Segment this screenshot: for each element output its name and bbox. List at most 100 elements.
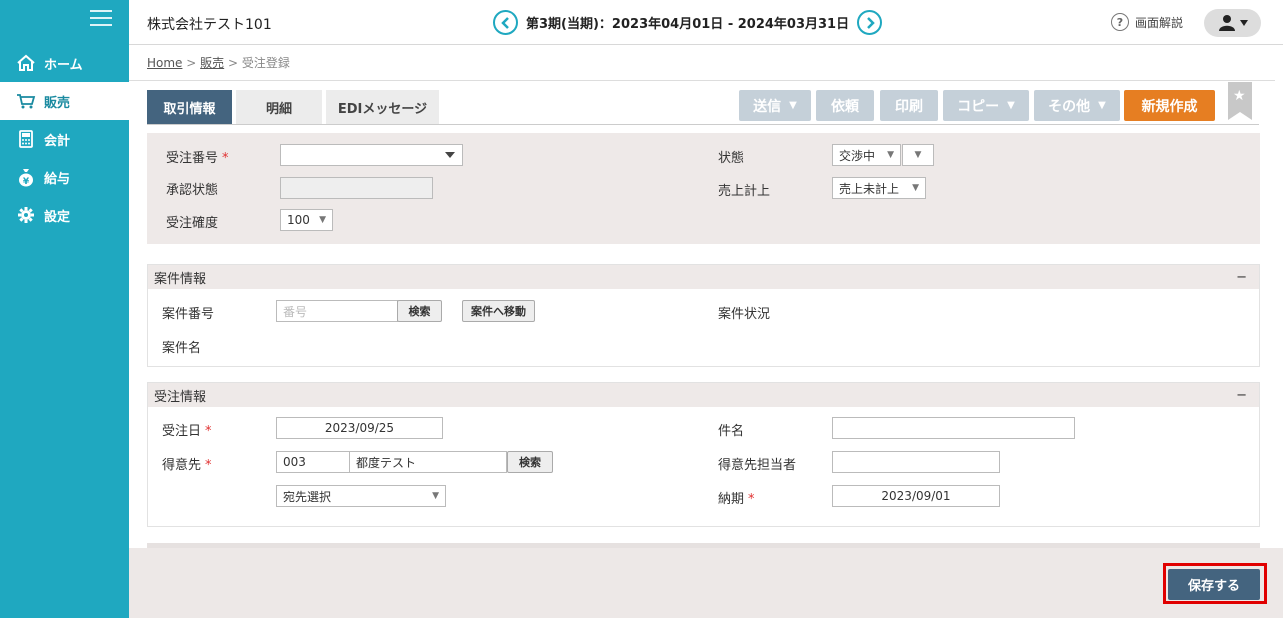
required-mark: * xyxy=(748,492,755,507)
user-icon xyxy=(1218,15,1248,31)
footer-bar xyxy=(129,548,1283,618)
next-period-button[interactable] xyxy=(857,10,883,35)
company-name: 株式会社テスト101 xyxy=(147,17,272,33)
breadcrumb-home-link[interactable]: Home xyxy=(147,56,182,70)
period-selector: 第3期(当期)：2023年04月01日 - 2024年03月31日 xyxy=(493,10,883,35)
save-button[interactable]: 保存する xyxy=(1168,569,1260,600)
status-sub-select[interactable]: ▼ xyxy=(902,144,934,166)
order-date-label-text: 受注日 xyxy=(162,424,202,439)
sales-recording-select[interactable]: 売上未計上 ▼ xyxy=(832,177,926,199)
sidebar-item-label: 販売 xyxy=(44,95,71,111)
chevron-right-icon xyxy=(866,16,875,29)
sales-recording-value: 売上未計上 xyxy=(839,181,900,196)
tab-edi-message[interactable]: EDIメッセージ xyxy=(326,90,439,124)
approval-status-field xyxy=(280,177,433,199)
collapse-button[interactable]: − xyxy=(1230,270,1253,285)
cart-icon xyxy=(16,91,36,111)
breadcrumb-sales-link[interactable]: 販売 xyxy=(200,56,224,70)
required-mark: * xyxy=(205,424,212,439)
other-button[interactable]: その他 ▼ xyxy=(1034,90,1120,121)
sidebar-item-label: 給与 xyxy=(44,171,71,187)
fiscal-period: 第3期(当期)：2023年04月01日 - 2024年03月31日 xyxy=(526,17,850,32)
help-link[interactable]: ? 画面解説 xyxy=(1111,13,1183,31)
svg-text:¥: ¥ xyxy=(23,177,30,187)
caret-down-icon: ▼ xyxy=(1098,100,1106,111)
collapse-button[interactable]: − xyxy=(1230,388,1253,403)
customer-name-input[interactable]: 都度テスト xyxy=(349,451,507,473)
print-button[interactable]: 印刷 xyxy=(880,90,938,121)
delivery-date-input[interactable]: 2023/09/01 xyxy=(832,485,1000,507)
customer-search-button[interactable]: 検索 xyxy=(507,451,553,473)
address-select[interactable]: 宛先選択 ▼ xyxy=(276,485,446,507)
scrollbar[interactable] xyxy=(1275,45,1283,548)
chevron-left-icon xyxy=(500,16,509,29)
gear-icon xyxy=(16,205,36,225)
divider xyxy=(129,80,1283,81)
breadcrumb-current: 受注登録 xyxy=(241,56,290,70)
previous-period-button[interactable] xyxy=(493,10,518,35)
caret-down-icon: ▼ xyxy=(1007,100,1015,111)
request-button[interactable]: 依頼 xyxy=(816,90,874,121)
breadcrumb-separator: > xyxy=(228,56,239,70)
order-number-label: 受注番号 * xyxy=(166,147,229,166)
sidebar: ホーム 販売 会計 ¥ 給与 設定 xyxy=(0,0,129,618)
sidebar-item-home[interactable]: ホーム xyxy=(0,44,129,82)
chevron-down-icon: ▼ xyxy=(914,150,922,160)
project-status-label: 案件状況 xyxy=(718,307,771,322)
section-title: 案件情報 xyxy=(154,271,207,287)
tabs-divider xyxy=(147,124,1259,125)
send-button-label: 送信 xyxy=(753,98,782,115)
approval-status-label: 承認状態 xyxy=(166,183,219,198)
tab-transaction-info[interactable]: 取引情報 xyxy=(147,90,232,124)
user-menu-button[interactable] xyxy=(1204,9,1261,37)
project-number-input[interactable]: 番号 xyxy=(276,300,398,322)
breadcrumb-separator: > xyxy=(186,56,197,70)
sidebar-item-settings[interactable]: 設定 xyxy=(0,196,129,234)
sidebar-item-label: ホーム xyxy=(44,57,83,73)
customer-label: 得意先 * xyxy=(162,454,212,473)
star-icon: ★ xyxy=(1233,88,1246,104)
send-button[interactable]: 送信 ▼ xyxy=(739,90,811,121)
dropdown-arrow-icon xyxy=(444,148,456,162)
question-icon: ? xyxy=(1111,13,1129,31)
sidebar-item-accounting[interactable]: 会計 xyxy=(0,120,129,158)
project-search-button[interactable]: 検索 xyxy=(397,300,442,322)
order-accuracy-select[interactable]: 100 ▼ xyxy=(280,209,333,231)
copy-button[interactable]: コピー ▼ xyxy=(943,90,1029,121)
order-date-input[interactable]: 2023/09/25 xyxy=(276,417,443,439)
project-number-placeholder: 番号 xyxy=(283,304,308,319)
order-number-select[interactable] xyxy=(280,144,463,166)
bookmark-button[interactable]: ★ xyxy=(1228,82,1252,120)
customer-code-input[interactable]: 003 xyxy=(276,451,350,473)
subject-label: 件名 xyxy=(718,424,745,439)
chevron-down-icon: ▼ xyxy=(912,183,919,193)
customer-contact-input[interactable] xyxy=(832,451,1000,473)
order-info-header: 受注情報 − xyxy=(148,383,1259,407)
sidebar-item-payroll[interactable]: ¥ 給与 xyxy=(0,158,129,196)
money-bag-icon: ¥ xyxy=(16,167,36,187)
chevron-down-icon: ▼ xyxy=(432,491,439,501)
sales-recording-label: 売上計上 xyxy=(718,184,771,199)
sidebar-item-label: 設定 xyxy=(44,209,71,225)
copy-button-label: コピー xyxy=(957,98,1000,115)
go-to-project-button[interactable]: 案件へ移動 xyxy=(462,300,535,322)
order-accuracy-label: 受注確度 xyxy=(166,216,219,231)
status-select[interactable]: 交渉中 ▼ xyxy=(832,144,901,166)
sidebar-item-label: 会計 xyxy=(44,133,71,149)
breadcrumb: Home > 販売 > 受注登録 xyxy=(147,54,290,71)
required-mark: * xyxy=(205,458,212,473)
caret-down-icon: ▼ xyxy=(789,100,797,111)
other-button-label: その他 xyxy=(1048,98,1091,115)
help-label: 画面解説 xyxy=(1135,15,1184,30)
status-label: 状態 xyxy=(718,151,745,166)
tab-details[interactable]: 明細 xyxy=(236,90,322,124)
required-mark: * xyxy=(222,151,229,166)
new-create-button[interactable]: 新規作成 xyxy=(1124,90,1215,121)
sidebar-item-sales[interactable]: 販売 xyxy=(0,82,129,120)
hamburger-menu-icon[interactable] xyxy=(90,10,112,28)
address-select-value: 宛先選択 xyxy=(283,489,332,504)
subject-input[interactable] xyxy=(832,417,1075,439)
calculator-icon xyxy=(16,129,36,149)
order-number-label-text: 受注番号 xyxy=(166,151,219,166)
customer-label-text: 得意先 xyxy=(162,458,202,473)
